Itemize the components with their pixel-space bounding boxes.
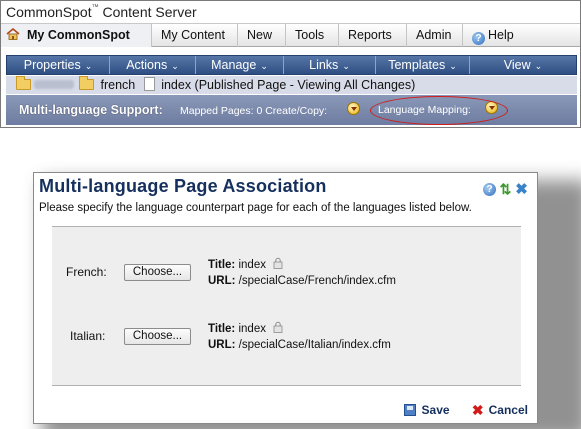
mls-mapped-pages: Mapped Pages: 0 Create/Copy: xyxy=(180,105,328,117)
home-icon xyxy=(6,25,20,40)
menu-links-label: Links xyxy=(309,58,339,72)
dialog-footer: Save ✖ Cancel xyxy=(403,402,528,419)
cancel-button[interactable]: ✖ Cancel xyxy=(453,402,528,418)
italian-title-label: Title: xyxy=(208,323,236,335)
french-title-value: index xyxy=(238,259,266,271)
menu-properties[interactable]: Properties ⌄ xyxy=(7,56,110,74)
menu-templates-label: Templates xyxy=(388,58,446,72)
nav-my-commonspot-label: My CommonSpot xyxy=(27,28,130,42)
italian-info: Title: index URL: /specialCase/Italian/i… xyxy=(208,321,391,353)
breadcrumb-folder[interactable]: french xyxy=(100,78,135,92)
chevron-down-icon: ⌄ xyxy=(342,61,350,71)
french-info: Title: index URL: /specialCase/French/in… xyxy=(208,257,396,289)
lock-icon xyxy=(272,257,284,269)
menu-links[interactable]: Links ⌄ xyxy=(284,56,376,74)
choose-italian-button[interactable]: Choose... xyxy=(124,328,191,345)
cancel-icon: ✖ xyxy=(471,402,484,418)
chevron-down-icon: ⌄ xyxy=(260,61,268,71)
nav-my-commonspot[interactable]: My CommonSpot xyxy=(1,24,152,47)
menu-view[interactable]: View ⌄ xyxy=(470,56,576,74)
chevron-down-icon: ⌄ xyxy=(449,61,457,71)
italian-title-value: index xyxy=(238,323,266,335)
help-icon: ? xyxy=(472,32,485,45)
menu-actions[interactable]: Actions ⌄ xyxy=(110,56,196,74)
app-product: Content Server xyxy=(98,4,197,20)
nav-help-label: Help xyxy=(488,28,514,42)
nav-help[interactable]: ? Help xyxy=(463,24,533,47)
folder-icon xyxy=(16,76,31,90)
lock-icon xyxy=(272,321,284,333)
dialog-header-icons: ? ⇅ ✖ xyxy=(480,182,528,197)
menu-view-label: View xyxy=(503,58,531,72)
create-copy-dropdown-icon[interactable] xyxy=(347,102,360,115)
dialog-title: Multi-language Page Association xyxy=(39,176,327,196)
italian-url-value: /specialCase/Italian/index.cfm xyxy=(238,339,391,351)
italian-url-label: URL: xyxy=(208,339,236,351)
nav-my-content[interactable]: My Content xyxy=(152,24,238,47)
italian-label: Italian: xyxy=(70,329,106,343)
menu-manage[interactable]: Manage ⌄ xyxy=(196,56,284,74)
breadcrumb: french index (Published Page - Viewing A… xyxy=(6,76,577,94)
dialog-description: Please specify the language counterpart … xyxy=(39,202,472,214)
redacted-folder-name[interactable] xyxy=(34,80,74,89)
top-nav: My CommonSpot My Content New Tools Repor… xyxy=(1,23,580,47)
french-title-label: Title: xyxy=(208,259,236,271)
dialog-panel: French: Choose... Title: index URL: /spe… xyxy=(52,226,521,386)
nav-tools[interactable]: Tools xyxy=(286,24,339,47)
menu-properties-label: Properties xyxy=(23,58,81,72)
mls-association-dialog: Multi-language Page Association ? ⇅ ✖ Plea… xyxy=(33,172,538,424)
page-icon xyxy=(143,77,155,91)
cancel-label: Cancel xyxy=(488,403,528,417)
menu-manage-label: Manage xyxy=(211,58,257,72)
nav-reports[interactable]: Reports xyxy=(339,24,407,47)
breadcrumb-page[interactable]: index (Published Page - Viewing All Chan… xyxy=(161,78,415,92)
help-icon[interactable]: ? xyxy=(483,183,496,197)
mls-label: Multi-language Support: xyxy=(19,103,163,117)
menu-actions-label: Actions xyxy=(126,58,168,72)
refresh-icon[interactable]: ⇅ xyxy=(499,182,512,196)
save-icon xyxy=(403,404,416,416)
page-menubar: Properties ⌄ Actions ⌄ Manage ⌄ Links ⌄ Temp… xyxy=(6,55,577,75)
nav-new[interactable]: New xyxy=(238,24,286,47)
chevron-down-icon: ⌄ xyxy=(171,61,179,71)
highlight-ellipse xyxy=(370,96,508,125)
app-trademark: ™ xyxy=(91,4,99,11)
chevron-down-icon: ⌄ xyxy=(84,61,93,71)
close-icon[interactable]: ✖ xyxy=(515,182,528,197)
chevron-down-icon: ⌄ xyxy=(534,61,543,71)
app-title: CommonSpot™ Content Server xyxy=(1,1,580,23)
nav-admin[interactable]: Admin xyxy=(407,24,463,47)
app-brand: CommonSpot xyxy=(6,4,92,20)
folder-icon xyxy=(79,76,94,90)
french-url-label: URL: xyxy=(208,275,236,287)
save-label: Save xyxy=(421,403,450,417)
save-button[interactable]: Save xyxy=(403,403,450,417)
choose-french-button[interactable]: Choose... xyxy=(124,264,191,281)
french-url-value: /specialCase/French/index.cfm xyxy=(238,275,396,287)
menu-templates[interactable]: Templates ⌄ xyxy=(376,56,470,74)
french-label: French: xyxy=(66,265,107,279)
